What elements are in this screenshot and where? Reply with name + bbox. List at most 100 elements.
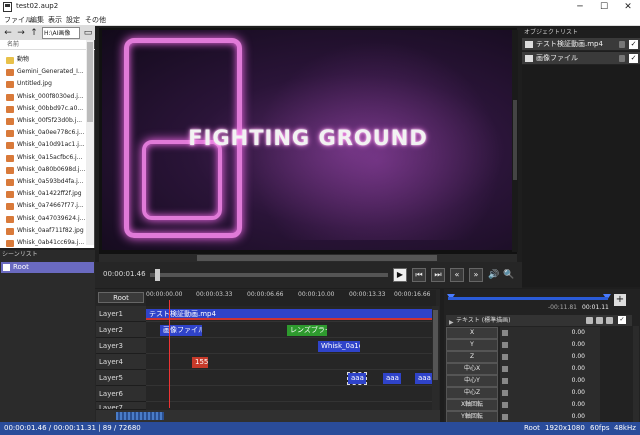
slider-knob[interactable] [502, 390, 508, 396]
slider-knob[interactable] [502, 378, 508, 384]
range-bar[interactable] [448, 297, 608, 300]
camera-icon[interactable] [586, 317, 593, 324]
clip-text-155[interactable]: 155 [192, 357, 208, 368]
property-slider[interactable] [500, 363, 600, 375]
visibility-checkbox[interactable]: ✓ [629, 54, 638, 63]
next-frame-button[interactable]: ⏭ [431, 268, 445, 282]
object-item-video[interactable]: テスト検証動画.mp4 ✓ [522, 38, 640, 51]
zoom-icon[interactable]: 🔍 [503, 269, 515, 281]
playhead-line[interactable] [169, 300, 170, 408]
file-list-item[interactable]: Whisk_0a10d91ac1.j... [0, 140, 95, 150]
menu-other[interactable]: その他 [85, 15, 106, 25]
property-label[interactable]: 中心X [446, 363, 498, 375]
path-input[interactable]: H:\AI画像 [42, 27, 80, 39]
prev-key-button[interactable]: « [450, 268, 464, 282]
file-list-item[interactable]: Whisk_0a593bd4fa.j... [0, 177, 95, 187]
property-value[interactable]: 0.00 [555, 339, 585, 351]
properties-scrollbar[interactable] [633, 326, 639, 422]
clip-image-file[interactable]: 画像ファイル [160, 325, 202, 336]
file-list-item[interactable]: Untitled.jpg [0, 79, 95, 89]
preview-horizontal-scrollbar[interactable] [99, 254, 517, 262]
file-list-item[interactable]: Whisk_0a15acfbc6.j... [0, 153, 95, 163]
property-label[interactable]: 中心Z [446, 387, 498, 399]
play-button[interactable]: ▶ [393, 268, 407, 282]
layer-label[interactable]: Layer3 [96, 338, 146, 354]
menu-settings[interactable]: 設定 [66, 15, 80, 25]
next-key-button[interactable]: » [469, 268, 483, 282]
file-list-scrollbar[interactable] [86, 40, 94, 245]
layer-label[interactable]: Layer2 [96, 322, 146, 338]
preview-image[interactable]: FIGHTING GROUND [102, 30, 514, 250]
file-list-item[interactable]: Whisk_000f8030ed.j... [0, 92, 95, 102]
property-slider[interactable] [500, 351, 600, 363]
property-slider[interactable] [500, 375, 600, 387]
property-section-header[interactable]: ▶ テキスト (標準描画) [446, 315, 632, 326]
property-slider[interactable] [500, 339, 600, 351]
object-item-image[interactable]: 画像ファイル ✓ [522, 52, 640, 65]
section-enable-checkbox[interactable]: ✓ [618, 316, 626, 324]
minimize-button[interactable]: ─ [568, 0, 592, 14]
property-slider[interactable] [500, 327, 600, 339]
link-icon[interactable] [606, 317, 613, 324]
timeline-scene-button[interactable]: Root [98, 292, 144, 303]
close-button[interactable]: ✕ [616, 0, 640, 14]
property-slider[interactable] [500, 387, 600, 399]
back-arrow-icon[interactable]: ← [2, 27, 14, 39]
copy-icon[interactable] [596, 317, 603, 324]
slider-knob[interactable] [502, 354, 508, 360]
file-list-item[interactable]: 動物 [0, 55, 95, 65]
slider-knob[interactable] [502, 342, 508, 348]
file-list-item[interactable]: Whisk_0a1422ff2f.jpg [0, 189, 95, 199]
prev-frame-button[interactable]: ⏮ [412, 268, 426, 282]
menu-file[interactable]: ファイル [4, 15, 32, 25]
file-list-item[interactable]: Whisk_00f5f23d0b.j... [0, 116, 95, 126]
file-list-item[interactable]: Whisk_0ab41cc69a.j... [0, 238, 95, 248]
layer-label[interactable]: Layer7 [96, 402, 146, 410]
property-slider[interactable] [500, 399, 600, 411]
layer-label[interactable]: Layer4 [96, 354, 146, 370]
layer-label[interactable]: Layer6 [96, 386, 146, 402]
file-column-header[interactable]: 名前 [0, 40, 95, 50]
lock-icon[interactable] [619, 41, 625, 48]
menu-view[interactable]: 表示 [48, 15, 62, 25]
slider-knob[interactable] [502, 402, 508, 408]
folder-icon[interactable]: ▭ [82, 27, 94, 39]
property-value[interactable]: 0.00 [555, 387, 585, 399]
file-list-item[interactable]: Whisk_0a47039624.j... [0, 214, 95, 224]
property-label[interactable]: X軸回転 [446, 399, 498, 411]
seek-thumb[interactable] [154, 269, 160, 281]
property-label[interactable]: Y [446, 339, 498, 351]
file-list-item[interactable]: Whisk_0a74667f77.j... [0, 201, 95, 211]
timeline-horizontal-scrollbar[interactable] [96, 410, 440, 422]
property-value[interactable]: 0.00 [555, 327, 585, 339]
property-value[interactable]: 0.00 [555, 375, 585, 387]
clip-aaa[interactable]: aaa [383, 373, 401, 384]
forward-arrow-icon[interactable]: → [15, 27, 27, 39]
timeline-vertical-scrollbar[interactable] [432, 306, 439, 410]
slider-knob[interactable] [502, 414, 508, 420]
lock-icon[interactable] [619, 55, 625, 62]
clip-aaa-selected[interactable]: aaa [347, 372, 367, 385]
clip-whisk-image[interactable]: Whisk_0a1c [318, 341, 360, 352]
visibility-checkbox[interactable]: ✓ [629, 40, 638, 49]
property-label[interactable]: 中心Y [446, 375, 498, 387]
menu-edit[interactable]: 編集 [30, 15, 44, 25]
file-list-item[interactable]: Whisk_0aaf711f82.jpg [0, 226, 95, 236]
file-list-item[interactable]: Whisk_0a0ee778c6.j... [0, 128, 95, 138]
up-arrow-icon[interactable]: ↑ [28, 27, 40, 39]
seek-bar[interactable] [150, 273, 388, 277]
volume-icon[interactable]: 🔊 [488, 269, 500, 281]
timeline-ruler[interactable] [146, 290, 436, 306]
file-list-item[interactable]: Gemini_Generated_I... [0, 67, 95, 77]
property-label[interactable]: Z [446, 351, 498, 363]
file-list-item[interactable]: Whisk_00bbd97c.a0... [0, 104, 95, 114]
layer-label[interactable]: Layer5 [96, 370, 146, 386]
property-label[interactable]: X [446, 327, 498, 339]
property-value[interactable]: 0.00 [555, 399, 585, 411]
slider-knob[interactable] [502, 330, 508, 336]
clip-aaa[interactable]: aaa [415, 373, 432, 384]
maximize-button[interactable]: ☐ [592, 0, 616, 14]
property-value[interactable]: 0.00 [555, 363, 585, 375]
file-list-item[interactable]: Whisk_0a80b0698d.j... [0, 165, 95, 175]
add-filter-button[interactable]: + [614, 294, 626, 306]
